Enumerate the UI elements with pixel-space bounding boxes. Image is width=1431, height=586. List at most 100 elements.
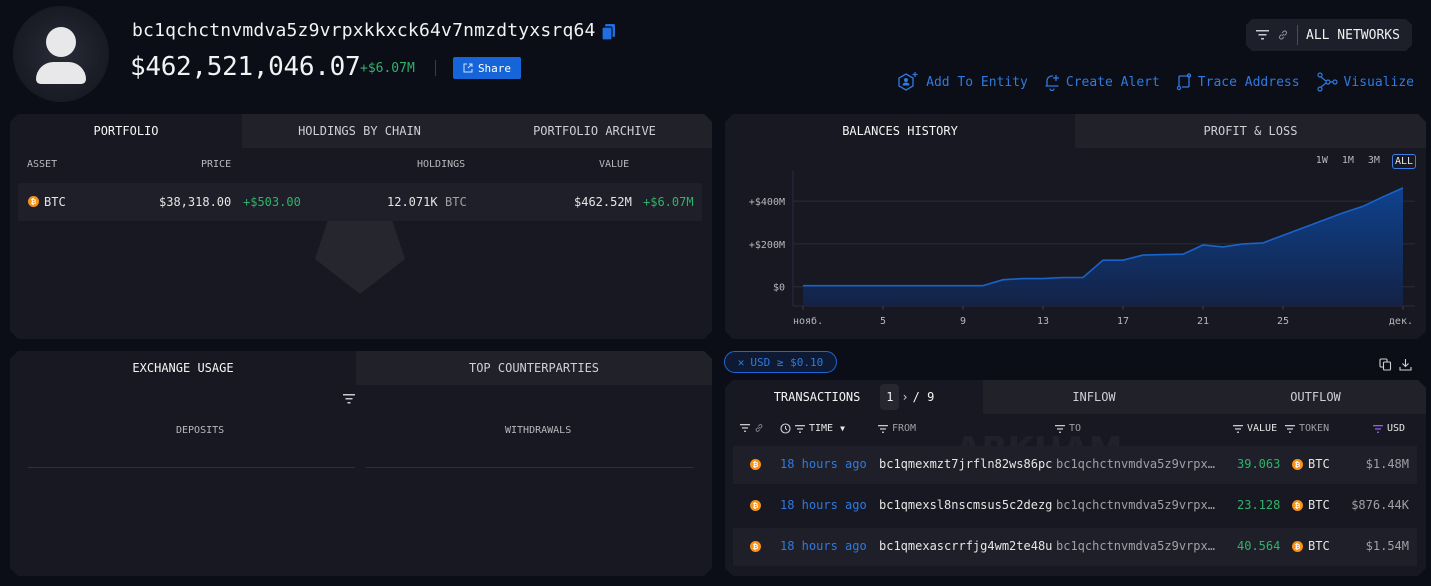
filter-icon[interactable]: [1256, 30, 1269, 40]
transaction-row[interactable]: ₿ 18 hours ago bc1qmexascrrfjg4wm2te48u …: [733, 528, 1417, 566]
col-asset[interactable]: ASSET: [27, 159, 57, 170]
avatar-body: [36, 62, 86, 84]
graph-icon: [1316, 72, 1338, 92]
avatar-head: [46, 27, 76, 57]
tx-token: BTC: [1308, 498, 1330, 512]
share-button[interactable]: Share: [453, 57, 521, 79]
transaction-row[interactable]: ₿ 18 hours ago bc1qmexsl8nscmsus5c2dezg …: [733, 487, 1417, 525]
network-label: ALL NETWORKS: [1306, 27, 1400, 43]
col-token-label: TOKEN: [1299, 423, 1330, 434]
tx-from[interactable]: bc1qmexmzt7jrfln82ws86pc: [879, 457, 1054, 471]
asset-name: BTC: [44, 195, 66, 209]
transactions-panel: TRANSACTIONS 1 › / 9 INFLOW OUTFLOW TIME…: [725, 380, 1426, 576]
tx-to[interactable]: bc1qchctnvmdva5z9vrpx…: [1056, 498, 1215, 512]
transactions-tools: [1379, 358, 1412, 371]
btc-coin-icon: ₿: [750, 459, 761, 470]
copy-icon[interactable]: [1379, 358, 1392, 371]
range-1m[interactable]: 1M: [1340, 154, 1356, 169]
tab-outflow[interactable]: OUTFLOW: [1205, 380, 1426, 414]
btc-coin-icon: ₿: [1292, 500, 1303, 511]
portfolio-row[interactable]: ₿ BTC $38,318.00 +$503.00 12.071K BTC $4…: [18, 183, 702, 221]
x-tick-label: 9: [960, 316, 966, 327]
tab-inflow[interactable]: INFLOW: [983, 380, 1205, 414]
range-all[interactable]: ALL: [1392, 154, 1416, 169]
asset-value: $462.52M: [574, 195, 632, 209]
tab-transactions[interactable]: TRANSACTIONS 1 › / 9: [725, 380, 983, 414]
page-total: / 9: [912, 390, 935, 404]
add-to-entity-label: Add To Entity: [926, 74, 1028, 90]
transaction-row[interactable]: ₿ 18 hours ago bc1qmexmzt7jrfln82ws86pc …: [733, 446, 1417, 484]
btc-coin-icon: ₿: [1292, 541, 1303, 552]
portfolio-panel: PORTFOLIO HOLDINGS BY CHAIN PORTFOLIO AR…: [10, 114, 712, 339]
link-icon[interactable]: [1277, 29, 1289, 41]
filter-icon: [795, 425, 805, 433]
transactions-label: TRANSACTIONS: [773, 390, 861, 404]
link-icon: [754, 423, 764, 433]
portfolio-table-header: ASSET PRICE HOLDINGS VALUE: [10, 148, 712, 182]
col-time[interactable]: TIME ▼: [780, 423, 845, 434]
copy-icon[interactable]: [602, 24, 615, 40]
deposits-divider: [28, 467, 355, 468]
filter-icon: [740, 424, 750, 432]
tx-to[interactable]: bc1qchctnvmdva5z9vrpx…: [1056, 539, 1215, 553]
usd-filter-label: USD ≥ $0.10: [750, 355, 824, 369]
col-from[interactable]: FROM: [878, 423, 916, 434]
range-3m[interactable]: 3M: [1366, 154, 1382, 169]
x-tick-label: нояб.: [793, 315, 823, 327]
download-icon[interactable]: [1399, 358, 1412, 371]
col-from-label: FROM: [892, 423, 917, 434]
tab-portfolio-archive[interactable]: PORTFOLIO ARCHIVE: [477, 114, 712, 148]
y-tick-label: +$400M: [749, 197, 785, 208]
col-price[interactable]: PRICE: [201, 159, 231, 170]
network-selector[interactable]: ALL NETWORKS: [1246, 19, 1412, 51]
visualize-button[interactable]: Visualize: [1316, 72, 1414, 92]
tx-to[interactable]: bc1qchctnvmdva5z9vrpx…: [1056, 457, 1215, 471]
tx-time[interactable]: 18 hours ago: [780, 539, 867, 553]
x-tick-label: дек.: [1389, 316, 1413, 327]
add-to-entity-button[interactable]: Add To Entity: [896, 72, 1028, 92]
tx-time[interactable]: 18 hours ago: [780, 498, 867, 512]
address-actions: Add To Entity Create Alert Trace Address…: [896, 72, 1414, 92]
tx-time[interactable]: 18 hours ago: [780, 457, 867, 471]
filter-icon[interactable]: [343, 394, 355, 404]
col-holdings[interactable]: HOLDINGS: [417, 159, 465, 170]
tab-top-counterparties[interactable]: TOP COUNTERPARTIES: [356, 351, 712, 385]
balances-chart: $0 +$200M +$400M нояб. 5 9 13 17 21 25 дек.: [725, 114, 1426, 339]
tx-from[interactable]: bc1qmexsl8nscmsus5c2dezg: [879, 498, 1054, 512]
balance-change: +$6.07M: [360, 61, 415, 76]
tab-holdings-by-chain[interactable]: HOLDINGS BY CHAIN: [242, 114, 477, 148]
col-usd[interactable]: USD: [1373, 423, 1405, 434]
address-title: bc1qchctnvmdva5z9vrpxkkxck64v7nmzdtyxsrq…: [132, 20, 596, 41]
trace-address-button[interactable]: Trace Address: [1176, 73, 1300, 91]
btc-coin-icon: ₿: [28, 196, 39, 207]
col-token[interactable]: TOKEN: [1285, 423, 1329, 434]
tx-value: 40.564: [1237, 539, 1281, 553]
tx-from[interactable]: bc1qmexascrrfjg4wm2te48u: [879, 539, 1054, 553]
clock-icon: [780, 423, 791, 434]
avatar: [13, 6, 109, 102]
asset-price-change: +$503.00: [243, 195, 301, 209]
network-divider: [1297, 25, 1298, 45]
filter-icon: [1233, 425, 1243, 433]
col-value[interactable]: VALUE: [1233, 423, 1277, 434]
range-1w[interactable]: 1W: [1314, 154, 1330, 169]
page-current[interactable]: 1: [880, 384, 899, 410]
tab-portfolio[interactable]: PORTFOLIO: [10, 114, 242, 148]
tab-exchange-usage[interactable]: EXCHANGE USAGE: [10, 351, 356, 385]
next-page-icon[interactable]: ›: [901, 390, 908, 404]
balance-area: [803, 188, 1403, 306]
remove-filter-icon[interactable]: ✕: [738, 356, 745, 369]
range-selector: 1W 1M 3M ALL: [1314, 154, 1416, 169]
create-alert-label: Create Alert: [1065, 74, 1160, 90]
btc-coin-icon: ₿: [750, 500, 761, 511]
balances-history-panel: BALANCES HISTORY PROFIT & LOSS $0 +$200M +…: [725, 114, 1426, 339]
asset-value-change: +$6.07M: [643, 195, 694, 209]
link-filter[interactable]: [740, 423, 764, 433]
create-alert-button[interactable]: Create Alert: [1044, 73, 1160, 91]
share-label: Share: [477, 61, 512, 75]
col-value[interactable]: VALUE: [599, 159, 629, 170]
tx-value: 23.128: [1237, 498, 1281, 512]
sort-desc-icon: ▼: [840, 424, 845, 433]
withdrawals-label: WITHDRAWALS: [505, 425, 572, 436]
usd-filter-chip[interactable]: ✕ USD ≥ $0.10: [724, 351, 837, 373]
